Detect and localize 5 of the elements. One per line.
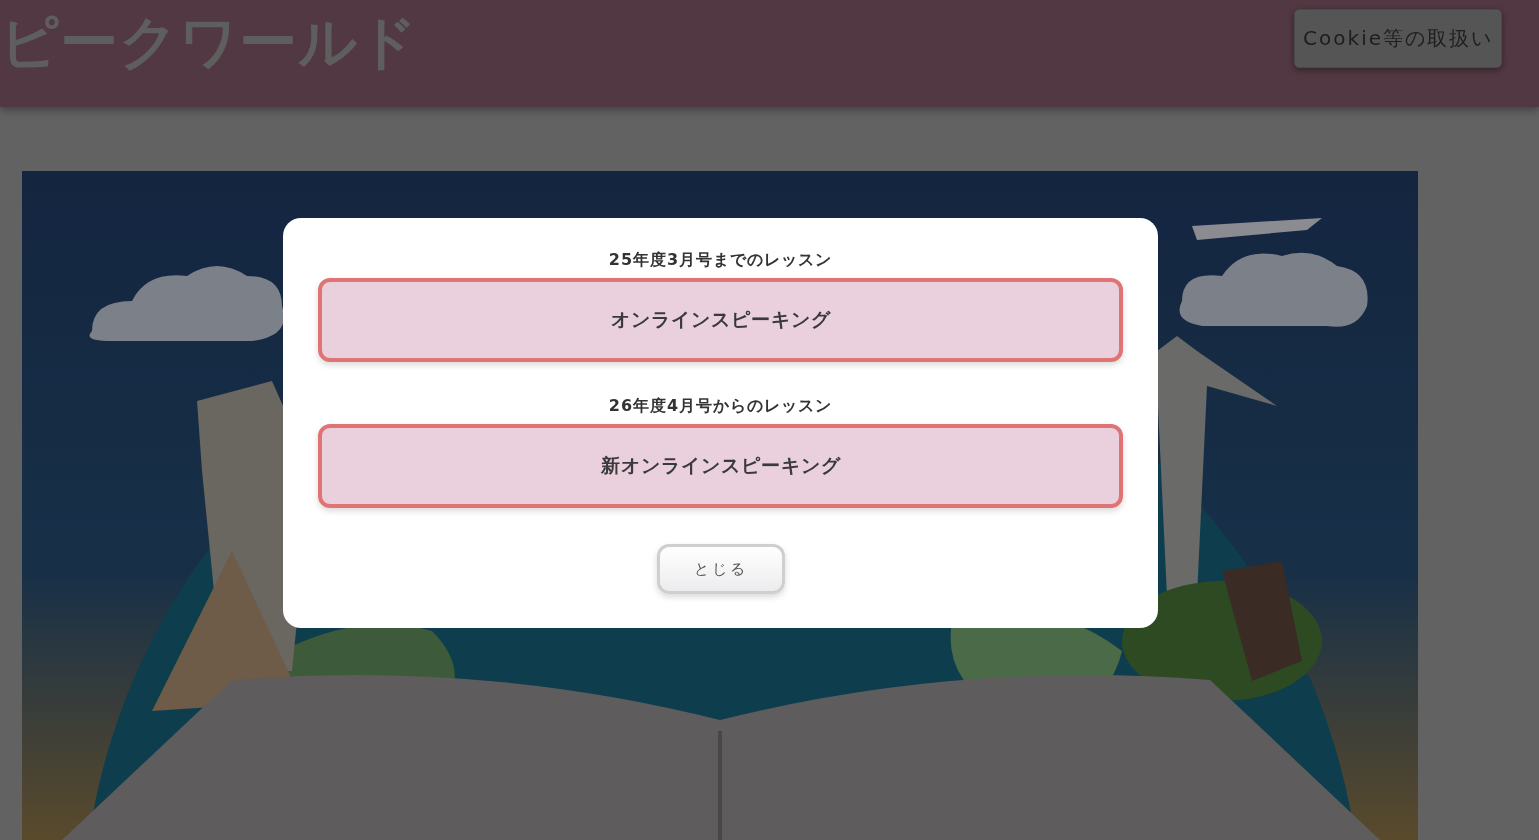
lesson-button[interactable]: オンラインスピーキング: [318, 278, 1123, 362]
lesson-button[interactable]: 新オンラインスピーキング: [318, 424, 1123, 508]
close-button[interactable]: とじる: [656, 544, 785, 594]
lesson-caption: 25年度3月号までのレッスン: [608, 249, 833, 271]
lesson-caption: 26年度4月号からのレッスン: [608, 395, 833, 417]
